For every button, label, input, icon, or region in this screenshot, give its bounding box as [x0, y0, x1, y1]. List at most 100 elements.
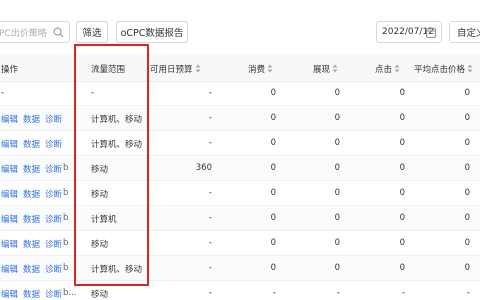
clicks-cell: 0 — [399, 113, 405, 123]
clicks-cell: 0 — [399, 213, 405, 223]
avg-cpc-cell: 0 — [464, 213, 470, 223]
clicks-cell: 0 — [399, 163, 405, 173]
avg-cpc-cell: 0 — [464, 88, 470, 98]
row-truncated-cell: b — [63, 213, 69, 223]
clicks-cell: 0 — [399, 263, 405, 273]
daily-budget-cell: 360 — [195, 163, 212, 173]
avg-cpc-cell: - — [466, 288, 470, 298]
table-row: 编辑 数据 诊断 b... 移动 - - - - - — [0, 282, 480, 300]
header-clicks-label: 点击 — [375, 65, 393, 75]
row-ops: 编辑 数据 诊断 — [1, 113, 67, 125]
daily-budget-cell: - — [208, 88, 212, 98]
row-ops: 编辑 数据 诊断 — [1, 263, 67, 275]
cost-cell: 0 — [270, 113, 276, 123]
row-ops: 编辑 数据 诊断 — [1, 138, 67, 150]
traffic-range-cell: 移动 — [91, 240, 109, 250]
edit-link[interactable]: 编辑 — [1, 165, 18, 175]
avg-cpc-cell: 0 — [464, 238, 470, 248]
traffic-range-cell: 计算机、移动 — [91, 115, 143, 125]
avg-cpc-cell: 0 — [464, 163, 470, 173]
search-icon[interactable] — [53, 27, 64, 38]
diagnose-link[interactable]: 诊断 — [45, 190, 62, 200]
data-link[interactable]: 数据 — [23, 215, 40, 225]
edit-link[interactable]: 编辑 — [1, 140, 18, 150]
header-daily-budget-label: 可用日预算 — [150, 65, 193, 75]
row-truncated-cell: b... — [63, 288, 77, 298]
filter-button[interactable]: 筛选 — [76, 21, 108, 43]
header-cost-label: 消费 — [248, 65, 266, 75]
header-clicks[interactable]: 点击 — [375, 63, 400, 75]
edit-link[interactable]: 编辑 — [1, 265, 18, 275]
edit-link[interactable]: 编辑 — [1, 215, 18, 225]
table-row: 编辑 数据 诊断 b 移动 360 0 0 0 0 — [0, 157, 480, 181]
header-daily-budget[interactable]: 可用日预算 — [150, 63, 201, 75]
impressions-cell: 0 — [334, 188, 340, 198]
data-link[interactable]: 数据 — [23, 165, 40, 175]
data-link[interactable]: 数据 — [23, 190, 40, 200]
row-truncated-cell: b — [63, 263, 69, 273]
daily-budget-cell: - — [208, 138, 212, 148]
row-truncated-cell: b — [63, 238, 69, 248]
traffic-range-cell: 移动 — [91, 190, 109, 200]
impressions-cell: 0 — [334, 88, 340, 98]
data-link[interactable]: 数据 — [23, 115, 40, 125]
clicks-cell: 0 — [399, 88, 405, 98]
row-ops: 编辑 数据 诊断 — [1, 238, 67, 250]
header-cost[interactable]: 消费 — [248, 63, 273, 75]
date-picker[interactable]: 2022/07/12 — [376, 21, 442, 43]
sort-icon[interactable] — [332, 64, 338, 73]
table-row: 编辑 数据 诊断 b 移动 - 0 0 0 0 — [0, 182, 480, 206]
row-ops: 编辑 数据 诊断 — [1, 288, 67, 300]
sort-icon[interactable] — [394, 64, 400, 73]
header-impressions[interactable]: 展现 — [313, 63, 338, 75]
traffic-range-cell: 移动 — [91, 290, 109, 300]
ocpc-report-button[interactable]: oCPC数据报告 — [116, 21, 188, 43]
edit-link[interactable]: 编辑 — [1, 240, 18, 250]
row-ops: 编辑 数据 诊断 — [1, 188, 67, 200]
avg-cpc-cell: 0 — [464, 188, 470, 198]
edit-link[interactable]: 编辑 — [1, 115, 18, 125]
diagnose-link[interactable]: 诊断 — [45, 265, 62, 275]
diagnose-link[interactable]: 诊断 — [45, 165, 62, 175]
header-avg-cpc[interactable]: 平均点击价格 — [414, 63, 473, 75]
diagnose-link[interactable]: 诊断 — [45, 140, 62, 150]
search-input[interactable]: PC出价策略 — [0, 21, 70, 43]
table-row: 编辑 数据 诊断 b 计算机 - 0 0 0 0 — [0, 207, 480, 231]
impressions-cell: 0 — [334, 113, 340, 123]
table-row: - - - 0 0 0 0 — [0, 82, 480, 106]
data-link[interactable]: 数据 — [23, 265, 40, 275]
clicks-cell: 0 — [399, 188, 405, 198]
daily-budget-cell: - — [208, 213, 212, 223]
avg-cpc-cell: 0 — [464, 113, 470, 123]
cost-cell: 0 — [270, 188, 276, 198]
row-ops: - — [1, 88, 9, 98]
table-row: 编辑 数据 诊断 计算机、移动 - 0 0 0 0 — [0, 107, 480, 131]
daily-budget-cell: - — [208, 238, 212, 248]
diagnose-link[interactable]: 诊断 — [45, 240, 62, 250]
diagnose-link[interactable]: 诊断 — [45, 215, 62, 225]
data-link[interactable]: 数据 — [23, 140, 40, 150]
impressions-cell: 0 — [334, 263, 340, 273]
calendar-icon — [426, 27, 436, 38]
diagnose-link[interactable]: 诊断 — [45, 290, 62, 300]
cost-cell: 0 — [270, 238, 276, 248]
avg-cpc-cell: 0 — [464, 263, 470, 273]
data-link[interactable]: 数据 — [23, 240, 40, 250]
row-truncated-cell: b — [63, 163, 69, 173]
edit-link[interactable]: 编辑 — [1, 290, 18, 300]
sort-icon[interactable] — [267, 64, 273, 73]
diagnose-link[interactable]: 诊断 — [45, 115, 62, 125]
daily-budget-cell: - — [208, 113, 212, 123]
impressions-cell: 0 — [334, 163, 340, 173]
sort-icon[interactable] — [467, 64, 473, 73]
header-traffic-range: 流量范围 — [91, 65, 126, 75]
traffic-range-cell: 计算机、移动 — [91, 140, 143, 150]
sort-icon[interactable] — [195, 64, 201, 73]
data-link[interactable]: 数据 — [23, 290, 40, 300]
edit-link[interactable]: 编辑 — [1, 190, 18, 200]
custom-columns-button[interactable]: 自定义 — [449, 21, 480, 43]
cost-cell: 0 — [270, 213, 276, 223]
cost-cell: 0 — [270, 138, 276, 148]
row-ops: 编辑 数据 诊断 — [1, 213, 67, 225]
avg-cpc-cell: 0 — [464, 138, 470, 148]
